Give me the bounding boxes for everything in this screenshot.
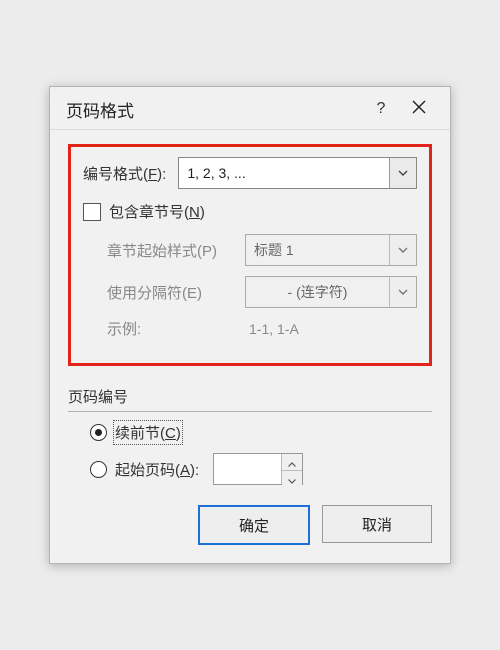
chevron-up-icon	[288, 454, 296, 470]
include-chapter-label: 包含章节号(N)	[109, 201, 205, 222]
number-format-combo[interactable]: 1, 2, 3, ...	[178, 157, 417, 189]
start-at-row: 起始页码(A):	[90, 453, 432, 485]
spin-down-button[interactable]	[282, 471, 302, 487]
separator-row: 使用分隔符(E) - (连字符)	[107, 276, 417, 308]
page-numbering-options: 续前节(C) 起始页码(A):	[68, 422, 432, 485]
start-at-spinner[interactable]	[213, 453, 303, 485]
dialog-title: 页码格式	[66, 97, 362, 122]
example-value: 1-1, 1-A	[249, 321, 299, 337]
chevron-down-icon	[389, 158, 416, 188]
include-chapter-row: 包含章节号(N)	[83, 201, 417, 222]
group-divider	[68, 411, 432, 412]
number-format-label: 编号格式(F):	[83, 163, 166, 184]
start-at-radio[interactable]	[90, 461, 107, 478]
page-numbering-group: 页码编号 续前节(C) 起始页码(A):	[68, 380, 432, 485]
titlebar: 页码格式 ?	[50, 87, 450, 130]
include-chapter-checkbox[interactable]	[83, 203, 101, 221]
dialog-buttons: 确定 取消	[68, 505, 432, 545]
chapter-start-label: 章节起始样式(P)	[107, 240, 237, 261]
chapter-sub-options: 章节起始样式(P) 标题 1 使用分隔符(E) - (连字符)	[83, 234, 417, 339]
continue-previous-row: 续前节(C)	[90, 422, 432, 443]
chevron-down-icon	[389, 235, 416, 265]
start-at-input[interactable]	[214, 454, 281, 484]
chapter-start-combo[interactable]: 标题 1	[245, 234, 417, 266]
page-numbering-label: 页码编号	[68, 386, 432, 409]
example-label: 示例:	[107, 318, 237, 339]
separator-combo[interactable]: - (连字符)	[245, 276, 417, 308]
spin-up-button[interactable]	[282, 454, 302, 471]
start-at-label: 起始页码(A):	[115, 459, 199, 480]
chapter-start-row: 章节起始样式(P) 标题 1	[107, 234, 417, 266]
highlight-box: 编号格式(F): 1, 2, 3, ... 包含章节号(N) 章节起始样式(P)	[68, 144, 432, 366]
dialog-content: 编号格式(F): 1, 2, 3, ... 包含章节号(N) 章节起始样式(P)	[50, 130, 450, 563]
cancel-button[interactable]: 取消	[322, 505, 432, 543]
help-button[interactable]: ?	[362, 95, 400, 123]
chevron-down-icon	[389, 277, 416, 307]
ok-button[interactable]: 确定	[198, 505, 310, 545]
separator-label: 使用分隔符(E)	[107, 282, 237, 303]
number-format-value: 1, 2, 3, ...	[179, 158, 389, 188]
continue-previous-label: 续前节(C)	[115, 422, 181, 443]
chapter-start-value: 标题 1	[246, 235, 389, 265]
page-number-format-dialog: 页码格式 ? 编号格式(F): 1, 2, 3, ...	[49, 86, 451, 564]
continue-previous-radio[interactable]	[90, 424, 107, 441]
close-icon	[412, 100, 426, 119]
separator-value: - (连字符)	[246, 277, 389, 307]
chevron-down-icon	[288, 471, 296, 487]
spinner-buttons	[281, 454, 302, 484]
close-button[interactable]	[400, 95, 438, 123]
example-row: 示例: 1-1, 1-A	[107, 318, 417, 339]
number-format-row: 编号格式(F): 1, 2, 3, ...	[83, 157, 417, 189]
